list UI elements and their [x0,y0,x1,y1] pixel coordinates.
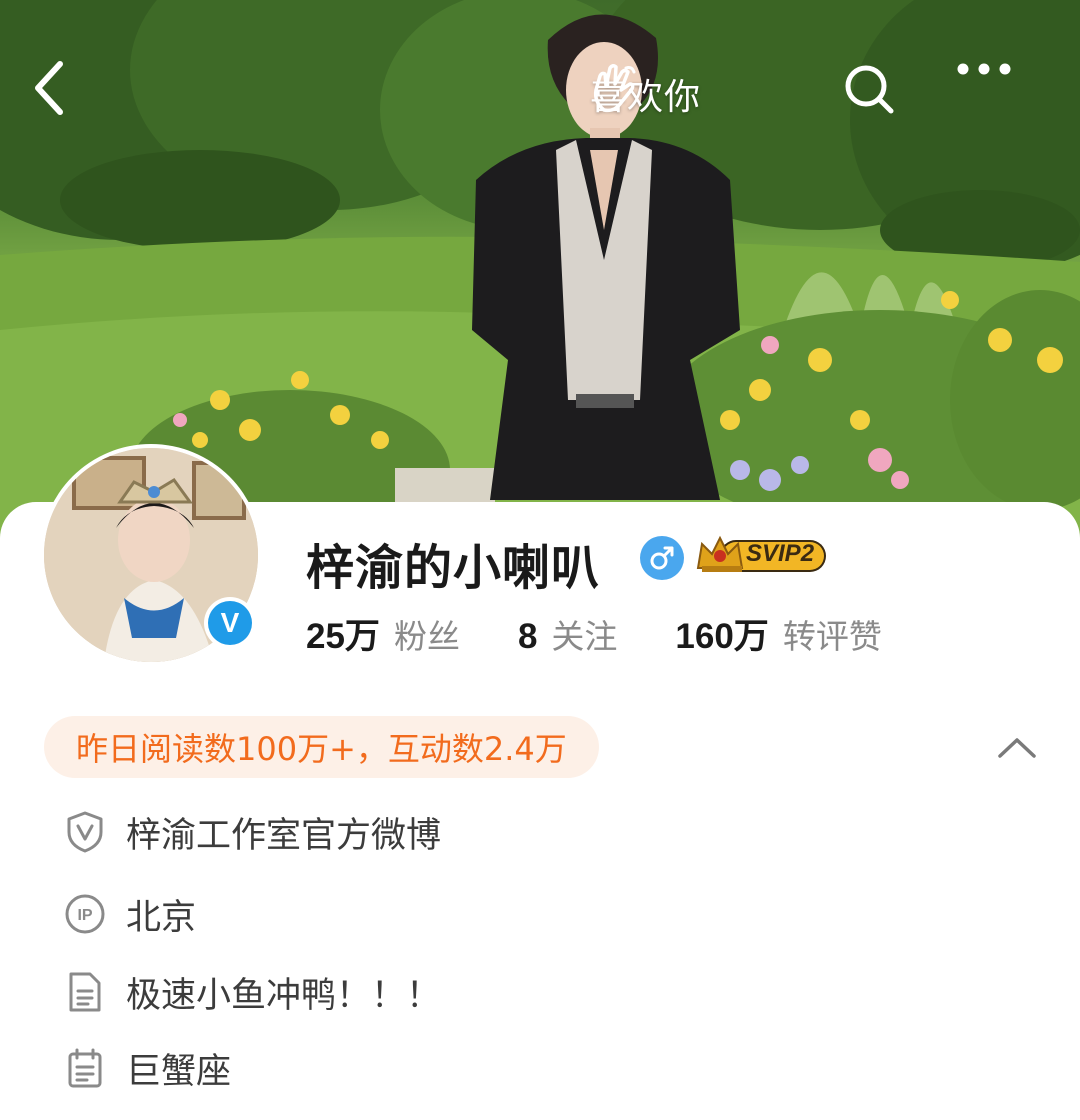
more-icon [957,63,1011,75]
back-button[interactable] [30,58,90,128]
following-count: 8 [517,617,538,656]
constellation-text: 巨蟹座 [126,1051,232,1092]
more-button[interactable] [956,62,1032,128]
search-button[interactable] [842,62,908,128]
constellation-row: 巨蟹座 [64,1038,231,1098]
profile-name: 梓渝的小喇叭 [306,540,601,596]
followers-label: 粉丝 [393,617,460,656]
ip-location-text: 北京 [126,897,197,938]
verified-badge: V [204,597,256,649]
following-stat[interactable]: 8 关注 [518,610,617,658]
shield-v-icon [64,811,106,853]
document-icon [64,971,106,1013]
collapse-button[interactable] [992,730,1042,766]
ip-icon: IP [64,893,106,935]
search-icon [845,65,894,114]
bio-text: 极速小鱼冲鸭！！！ [126,975,442,1016]
wave-hand-icon [593,63,636,113]
ip-location-row: IP 北京 [64,884,196,944]
verification-row: 梓渝工作室官方微博 [64,802,441,862]
reposts-comments-likes-stat[interactable]: 160万 转评赞 [675,608,881,659]
bio-row: 极速小鱼冲鸭！！！ [64,962,441,1022]
verification-text: 梓渝工作室官方微博 [126,815,442,856]
profile-stats: 25万 粉丝 8 关注 160万 转评赞 [306,608,940,659]
male-icon [640,536,684,580]
reading-stats-pill[interactable]: 昨日阅读数100万+，互动数2.4万 [44,716,599,778]
reposts-comments-likes-label: 转评赞 [782,617,882,656]
calendar-icon [64,1047,106,1089]
back-icon [35,61,63,115]
svg-text:IP: IP [77,907,92,924]
chevron-up-icon [998,738,1036,758]
like-you-button[interactable]: 喜欢你 [590,62,701,126]
reposts-comments-likes-count: 160万 [675,617,769,656]
followers-count: 25万 [306,617,380,656]
following-label: 关注 [551,617,618,656]
svip-badge[interactable]: SVIP2 [696,534,830,578]
followers-stat[interactable]: 25万 粉丝 [306,608,460,659]
reading-stats-text: 昨日阅读数100万+，互动数2.4万 [76,730,567,768]
svip-label: SVIP2 [746,540,815,567]
verified-v-icon: V [208,601,252,645]
